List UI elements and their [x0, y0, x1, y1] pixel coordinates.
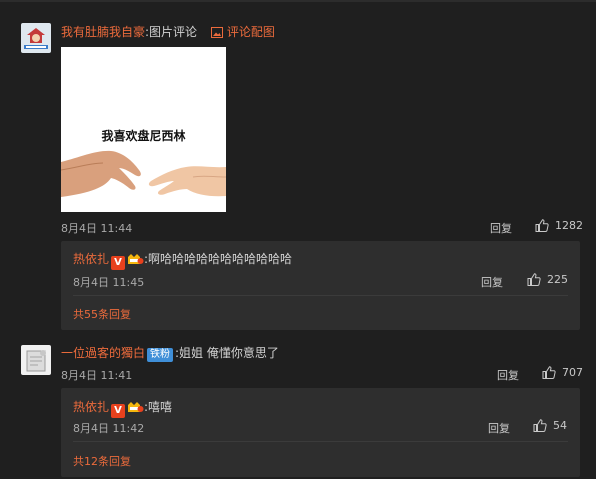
timestamp: 8月4日 11:41 [61, 369, 133, 382]
subreply-header: 热依扎 V :嘻嘻 [73, 398, 172, 418]
comment-header: 我有肚腩我自豪:图片评论 评论配图 [61, 23, 275, 41]
reply-button[interactable]: 回复 [497, 367, 519, 383]
subreply-timestamp: 8月4日 11:45 [73, 276, 145, 289]
subreply-reply-button[interactable]: 回复 [488, 420, 510, 436]
image-icon [210, 27, 223, 41]
reply-button[interactable]: 回复 [490, 220, 512, 236]
username[interactable]: 一位過客的獨白 [61, 346, 145, 360]
timestamp: 8月4日 11:44 [61, 222, 133, 235]
like-count: 1282 [555, 219, 583, 232]
subreply-text: :嘻嘻 [144, 400, 173, 414]
comment-text: :姐姐 俺懂你意思了 [175, 346, 279, 360]
fan-badge-icon [127, 400, 144, 417]
username[interactable]: 我有肚腩我自豪 [61, 25, 145, 39]
like-count: 707 [562, 366, 583, 379]
image-link[interactable]: 评论配图 [210, 25, 275, 41]
thumb-up-icon [533, 419, 547, 432]
avatar[interactable] [21, 23, 51, 53]
thumb-up-icon [542, 366, 556, 379]
reply-panel: 热依扎 V :嘻嘻 8月4日 11:42 回复 54 共12条回复 [61, 388, 580, 477]
subreply-header: 热依扎 V :啊哈哈哈哈哈哈哈哈哈哈哈 [73, 250, 292, 270]
image-link-label: 评论配图 [226, 25, 275, 39]
comment-image[interactable]: 我喜欢盘尼西林 [61, 47, 226, 212]
comment-text: :图片评论 [145, 25, 198, 39]
image-caption: 我喜欢盘尼西林 [101, 129, 186, 143]
subreply-like-count: 54 [553, 419, 567, 432]
subreply-timestamp: 8月4日 11:42 [73, 422, 145, 435]
like-button[interactable]: 707 [542, 366, 583, 379]
subreply-like-button[interactable]: 225 [527, 273, 568, 286]
subreply-username[interactable]: 热依扎 [73, 400, 109, 414]
thumb-up-icon [535, 219, 549, 232]
subreply-text: :啊哈哈哈哈哈哈哈哈哈哈哈 [144, 252, 293, 266]
fan-level-badge: 铁粉 [147, 348, 174, 362]
comment-header: 一位過客的獨白 铁粉:姐姐 俺懂你意思了 [61, 344, 279, 362]
subreply-like-count: 225 [547, 273, 568, 286]
subreply-like-button[interactable]: 54 [533, 419, 567, 432]
avatar[interactable] [21, 345, 51, 375]
reply-panel: 热依扎 V :啊哈哈哈哈哈哈哈哈哈哈哈 8月4日 11:45 回复 225 共55条… [61, 241, 580, 330]
verified-v-icon: V [111, 404, 126, 418]
panel-divider [73, 295, 568, 296]
panel-divider [73, 441, 568, 442]
like-button[interactable]: 1282 [535, 219, 583, 232]
top-divider [0, 0, 596, 2]
subreply-reply-button[interactable]: 回复 [481, 274, 503, 290]
more-replies-link[interactable]: 共55条回复 [73, 306, 131, 322]
verified-v-icon: V [111, 256, 126, 270]
fan-badge-icon [127, 252, 144, 269]
thumb-up-icon [527, 273, 541, 286]
subreply-username[interactable]: 热依扎 [73, 252, 109, 266]
more-replies-link[interactable]: 共12条回复 [73, 453, 131, 469]
